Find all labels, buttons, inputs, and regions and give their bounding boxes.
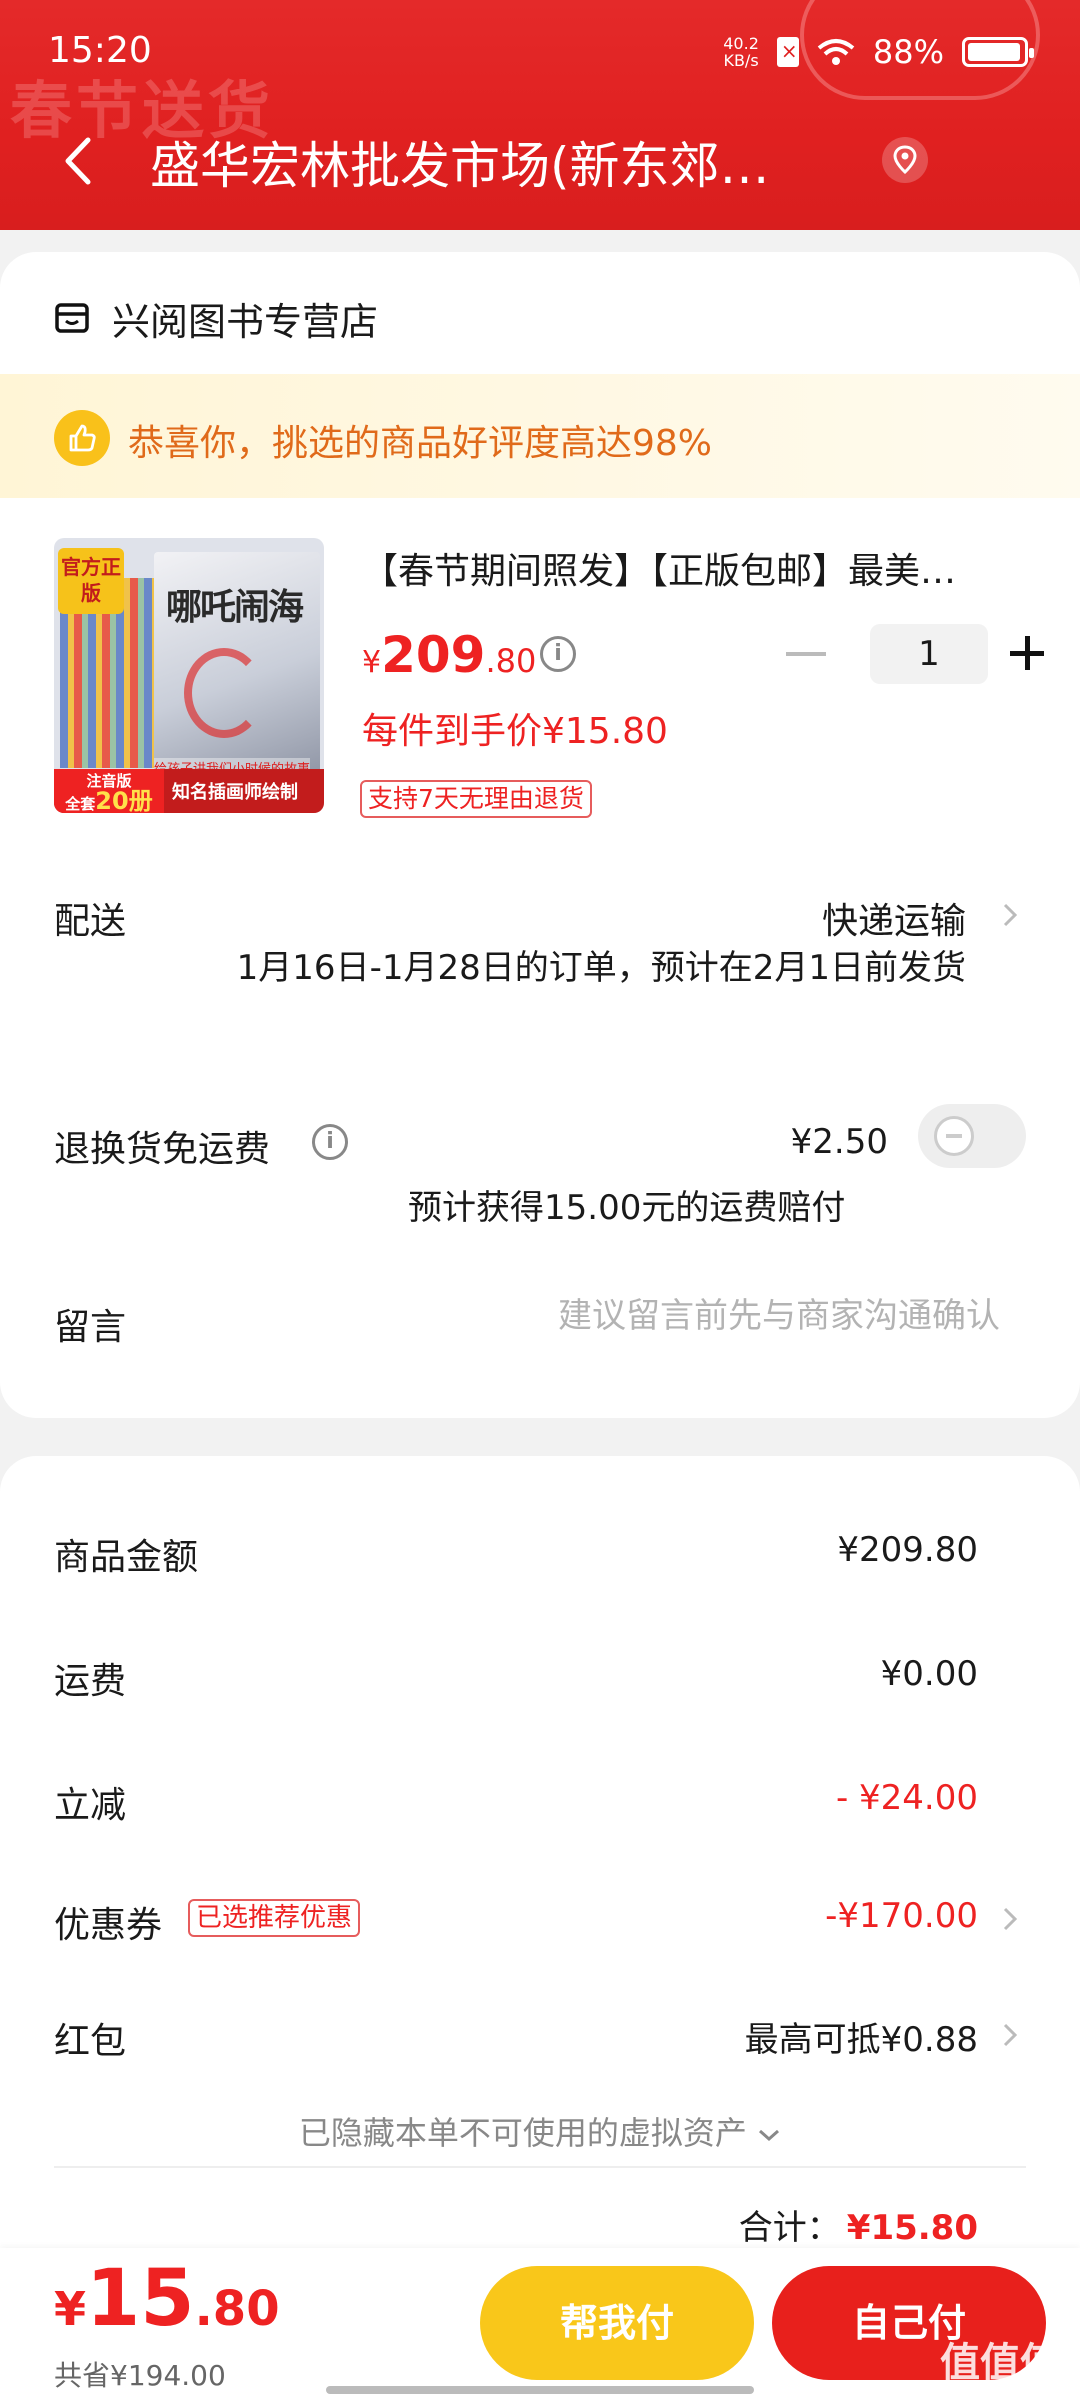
total-row: 合计： ¥15.80 (738, 2208, 978, 2248)
no-sim-icon (776, 37, 799, 67)
return-shipping-fee: ¥2.50 (790, 1122, 888, 1162)
compensation-note: 预计获得15.00元的运费赔付 (408, 1188, 846, 1228)
decrease-button[interactable] (786, 652, 826, 656)
return-policy-badge: 支持7天无理由退货 (360, 780, 592, 818)
wifi-icon (817, 39, 855, 65)
battery-icon (962, 37, 1034, 67)
goods-amount-value: ¥209.80 (837, 1530, 978, 1570)
increase-button[interactable] (1010, 634, 1050, 674)
message-label: 留言 (54, 1307, 127, 1348)
coupon-label: 优惠券 (54, 1905, 163, 1946)
price-info-icon[interactable]: i (540, 636, 576, 672)
chevron-right-icon[interactable] (1002, 1906, 1018, 1932)
page-header: 春节送货 15:20 40.2 KB/s 88% 盛华宏林批发市场(新东郊… (0, 0, 1080, 230)
message-input[interactable] (440, 1286, 1000, 1346)
delivery-note: 1月16日-1月28日的订单，预计在2月1日前发货 (236, 948, 966, 988)
delivery-method[interactable]: 快递运输 (822, 892, 966, 944)
saved-amount: 共省¥194.00 (54, 2359, 226, 2392)
battery-percent: 88% (872, 33, 944, 71)
shipping-value: ¥0.00 (880, 1654, 978, 1694)
store-icon (55, 303, 89, 333)
nav-bar: 盛华宏林批发市场(新东郊… (0, 110, 1080, 210)
shop-row[interactable]: 兴阅图书专营店 (54, 288, 378, 348)
shop-name: 兴阅图书专营店 (112, 299, 379, 344)
page-title: 盛华宏林批发市场(新东郊… (150, 137, 770, 195)
official-badge: 官方正版 (58, 548, 124, 614)
praise-banner: 恭喜你，挑选的商品好评度高达98% (0, 374, 1080, 498)
red-packet-value[interactable]: 最高可抵¥0.88 (745, 2012, 978, 2061)
coupon-value[interactable]: -¥170.00 (825, 1896, 978, 1936)
goods-amount-label: 商品金额 (54, 1537, 199, 1578)
total-amount: ¥15.80 (846, 2208, 978, 2248)
thumbs-up-icon (54, 410, 110, 466)
status-bar: 15:20 40.2 KB/s 88% (0, 0, 1080, 100)
return-shipping-toggle[interactable] (918, 1104, 1026, 1168)
discount-label: 立减 (54, 1785, 127, 1826)
chevron-down-icon (759, 2129, 780, 2142)
discount-value: - ¥24.00 (835, 1778, 978, 1818)
chevron-right-icon[interactable] (1002, 2022, 1018, 2048)
watermark-url: zhizhizhi.com (947, 2378, 1056, 2397)
red-packet-label: 红包 (54, 2021, 127, 2062)
help-me-pay-button[interactable]: 帮我付 (480, 2266, 754, 2380)
praise-text: 恭喜你，挑选的商品好评度高达98% (128, 423, 713, 464)
quantity-value[interactable]: 1 (870, 624, 988, 684)
back-arrow-icon[interactable] (60, 136, 100, 186)
status-icons: 40.2 KB/s 88% (723, 30, 1034, 74)
checkout-bar: ¥ 15 .80 共省¥194.00 帮我付 自己付 值值值 zhizhizhi… (0, 2248, 1080, 2400)
return-shipping-label: 退换货免运费 (54, 1129, 271, 1170)
cover-title: 哪吒闹海 (166, 587, 304, 628)
shipping-info-icon[interactable]: i (312, 1124, 348, 1160)
product-image[interactable]: 哪吒闹海 官方正版 给孩子讲我们小时候的故事 注音版全套20册 知名插画师绘制 (54, 538, 324, 813)
delivery-label: 配送 (54, 901, 127, 942)
network-speed: 40.2 KB/s (723, 34, 759, 70)
product-price: ¥ 209 .80 (362, 626, 537, 684)
status-time: 15:20 (48, 30, 152, 71)
pay-amount: ¥ 15 .80 (54, 2254, 280, 2344)
chevron-right-icon[interactable] (1002, 902, 1018, 928)
divider (54, 2166, 1026, 2168)
hidden-assets-toggle[interactable]: 已隐藏本单不可使用的虚拟资产 (0, 2108, 1080, 2154)
order-item-card: 兴阅图书专营店 恭喜你，挑选的商品好评度高达98% 哪吒闹海 官方正版 给孩子讲… (0, 252, 1080, 1418)
quantity-stepper: 1 (786, 624, 1050, 684)
unit-price: 每件到手价¥15.80 (362, 711, 668, 752)
home-indicator[interactable] (326, 2386, 754, 2394)
shipping-label: 运费 (54, 1661, 127, 1702)
cover-banner: 注音版 全套20册 知名插画师绘制 (54, 769, 324, 813)
coupon-badge: 已选推荐优惠 (188, 1899, 361, 1937)
product-title[interactable]: 【春节期间照发】【正版包邮】最美… (362, 542, 1032, 594)
location-icon[interactable] (880, 135, 930, 185)
